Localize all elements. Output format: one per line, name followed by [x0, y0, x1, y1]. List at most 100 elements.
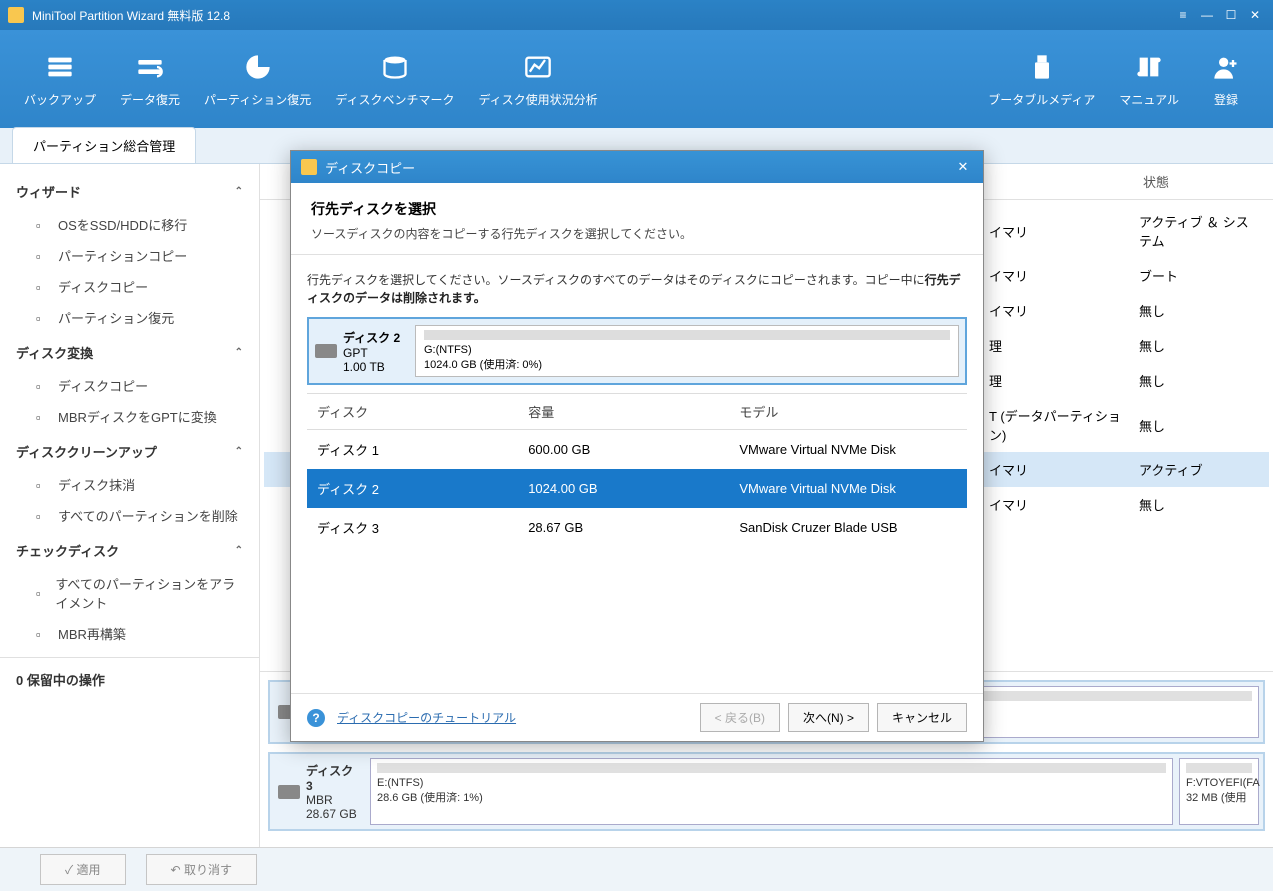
disk-size: 28.67 GB [306, 807, 360, 821]
sidebar-group[interactable]: ウィザード⌃ [0, 172, 259, 209]
book-icon [1133, 51, 1165, 83]
sidebar-item[interactable]: ▫ディスクコピー [0, 370, 259, 401]
sidebar-item[interactable]: ▫ パーティション復元 [0, 302, 259, 333]
sidebar-item-label: OSをSSD/HDDに移行 [58, 215, 187, 234]
dialog-title: ディスクコピー [325, 158, 415, 177]
toolbar: バックアップ データ復元 パーティション復元 ディスクベンチマーク ディスク使用… [0, 30, 1273, 128]
toolbar-register-button[interactable]: 登録 [1191, 43, 1261, 116]
cell-model: VMware Virtual NVMe Disk [729, 430, 967, 470]
dialog-body: 行先ディスクを選択してください。ソースディスクのすべてのデータはそのディスクにコ… [291, 255, 983, 693]
app-logo-icon [8, 7, 24, 23]
toolbar-disk-benchmark-button[interactable]: ディスクベンチマーク [323, 43, 466, 116]
row-type: イマリ [981, 495, 1131, 514]
row-status: 無し [1131, 301, 1261, 320]
toolbar-label: 登録 [1214, 91, 1238, 108]
row-type: イマリ [981, 460, 1131, 479]
menu-icon[interactable]: ≡ [1173, 5, 1193, 25]
toolbar-manual-button[interactable]: マニュアル [1107, 43, 1191, 116]
row-type: 理 [981, 371, 1131, 390]
toolbar-data-recovery-button[interactable]: データ復元 [108, 43, 192, 116]
sidebar-item-label: パーティションコピー [58, 246, 187, 265]
sidebar-group[interactable]: チェックディスク⌃ [0, 531, 259, 568]
sidebar: ウィザード⌃▫OSをSSD/HDDに移行▫パーティションコピー▫ディスクコピー▫… [0, 164, 260, 847]
sidebar-item-label: すべてのパーティションをアライメント [55, 574, 243, 612]
cell-capacity: 1024.00 GB [518, 469, 729, 508]
apply-button[interactable]: ✓ 適用 [40, 854, 126, 885]
toolbar-label: ディスク使用状況分析 [478, 91, 597, 108]
tutorial-link[interactable]: ディスクコピーのチュートリアル [337, 709, 516, 726]
item-icon: ▫ [36, 586, 47, 600]
dialog-close-button[interactable]: ✕ [953, 157, 973, 177]
user-add-icon [1210, 51, 1242, 83]
row-type: T (データパーティション) [981, 406, 1131, 444]
sidebar-item[interactable]: ▫すべてのパーティションを削除 [0, 500, 259, 531]
row-status: 無し [1131, 495, 1261, 514]
sidebar-item[interactable]: ▫ディスク抹消 [0, 469, 259, 500]
sidebar-item[interactable]: ▫MBR再構築 [0, 618, 259, 649]
sidebar-item-label: MBRディスクをGPTに変換 [58, 407, 217, 426]
close-icon[interactable]: ✕ [1245, 5, 1265, 25]
partition-recovery-icon [242, 51, 274, 83]
sidebar-item[interactable]: ▫MBRディスクをGPTに変換 [0, 401, 259, 432]
item-icon: ▫ [36, 218, 50, 232]
row-status: 無し [1131, 371, 1261, 390]
col-status: 状態 [1135, 172, 1265, 191]
disk-select-table: ディスク 容量 モデル ディスク 1600.00 GBVMware Virtua… [307, 393, 967, 547]
minimize-icon[interactable]: — [1197, 5, 1217, 25]
partition-size: 28.6 GB (使用済: 1%) [377, 789, 1166, 805]
partition-block[interactable]: F:VTOYEFI(FA 32 MB (使用 [1179, 758, 1259, 825]
dialog-note: 行先ディスクを選択してください。ソースディスクのすべてのデータはそのディスクにコ… [307, 271, 967, 307]
toolbar-bootable-media-button[interactable]: ブータブルメディア [976, 43, 1107, 116]
disk-icon [278, 785, 300, 799]
undo-button[interactable]: ↶ 取り消す [146, 854, 257, 885]
usb-icon [1026, 51, 1058, 83]
row-status: 無し [1131, 336, 1261, 355]
sidebar-item[interactable]: ▫パーティションコピー [0, 240, 259, 271]
toolbar-backup-button[interactable]: バックアップ [12, 43, 108, 116]
row-status: ブート [1131, 266, 1261, 285]
sidebar-group[interactable]: ディスククリーンアップ⌃ [0, 432, 259, 469]
col-model: モデル [729, 394, 967, 430]
chevron-up-icon: ⌃ [235, 347, 243, 358]
cell-capacity: 28.67 GB [518, 508, 729, 547]
disk-map-row-3[interactable]: ディスク 3 MBR 28.67 GB E:(NTFS) 28.6 GB (使用… [268, 752, 1265, 831]
sidebar-item-label: パーティション復元 [58, 308, 174, 327]
cancel-button[interactable]: キャンセル [877, 703, 967, 732]
usage-icon [522, 51, 554, 83]
sidebar-item-label: ディスクコピー [58, 277, 148, 296]
col-disk: ディスク [307, 394, 518, 430]
toolbar-label: バックアップ [24, 91, 96, 108]
toolbar-partition-recovery-button[interactable]: パーティション復元 [192, 43, 323, 116]
selected-disk-preview: ディスク 2 GPT 1.00 TB G:(NTFS) 1024.0 GB (使… [307, 317, 967, 385]
toolbar-label: マニュアル [1119, 91, 1179, 108]
preview-part-label: G:(NTFS) [424, 344, 950, 356]
sidebar-item[interactable]: ▫ すべてのパーティションをアライメント [0, 568, 259, 618]
sidebar-item[interactable]: ▫ OSをSSD/HDDに移行 [0, 209, 259, 240]
disk-name: ディスク 3 [306, 762, 360, 793]
cell-disk: ディスク 2 [307, 469, 518, 508]
row-type: 理 [981, 336, 1131, 355]
cell-capacity: 600.00 GB [518, 430, 729, 470]
maximize-icon[interactable]: ☐ [1221, 5, 1241, 25]
partition-block[interactable]: E:(NTFS) 28.6 GB (使用済: 1%) [370, 758, 1173, 825]
toolbar-label: パーティション復元 [204, 91, 311, 108]
cell-model: VMware Virtual NVMe Disk [729, 469, 967, 508]
item-icon: ▫ [36, 478, 50, 492]
sidebar-group[interactable]: ディスク変換⌃ [0, 333, 259, 370]
sidebar-item-label: MBR再構築 [58, 624, 126, 643]
next-button[interactable]: 次へ(N) > [788, 703, 869, 732]
disk-option-row[interactable]: ディスク 328.67 GBSanDisk Cruzer Blade USB [307, 508, 967, 547]
row-status: アクティブ ＆ システム [1131, 212, 1261, 250]
preview-partition: G:(NTFS) 1024.0 GB (使用済: 0%) [415, 325, 959, 377]
back-button[interactable]: < 戻る(B) [700, 703, 780, 732]
disk-option-row[interactable]: ディスク 1600.00 GBVMware Virtual NVMe Disk [307, 430, 967, 470]
tab-partition-management[interactable]: パーティション総合管理 [12, 127, 196, 163]
disk-option-row[interactable]: ディスク 21024.00 GBVMware Virtual NVMe Disk [307, 469, 967, 508]
help-icon[interactable]: ? [307, 709, 325, 727]
toolbar-disk-usage-button[interactable]: ディスク使用状況分析 [466, 43, 609, 116]
dialog-titlebar: ディスクコピー ✕ [291, 151, 983, 183]
preview-disk-name: ディスク 2 [343, 329, 400, 346]
sidebar-item[interactable]: ▫ディスクコピー [0, 271, 259, 302]
item-icon: ▫ [36, 311, 50, 325]
data-recovery-icon [134, 51, 166, 83]
